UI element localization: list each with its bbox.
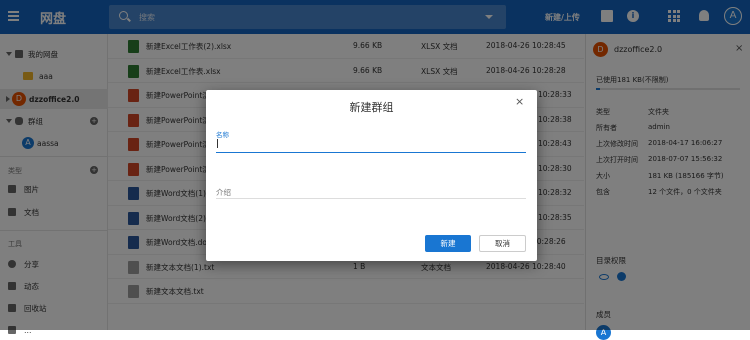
create-button[interactable]: 新建 — [425, 235, 471, 252]
dialog-title: 新建群组 — [349, 101, 394, 114]
text-cursor — [217, 139, 218, 148]
description-field-label[interactable]: 介绍 — [216, 187, 231, 198]
cancel-button[interactable]: 取消 — [479, 235, 526, 252]
new-group-dialog: 新建群组 × 名称 介绍 新建 取消 — [206, 90, 537, 261]
close-icon[interactable]: × — [515, 95, 524, 108]
description-input-underline — [216, 198, 526, 199]
group-name-input[interactable] — [216, 137, 526, 153]
